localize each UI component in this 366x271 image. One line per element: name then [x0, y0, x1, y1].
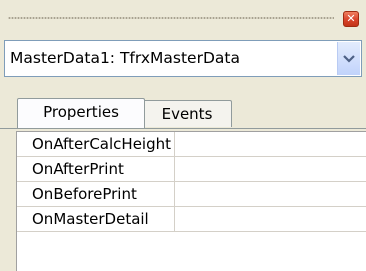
close-icon[interactable]: ✕ [343, 11, 359, 27]
event-name[interactable]: OnAfterCalcHeight [17, 132, 175, 156]
tab-events-label: Events [161, 105, 213, 123]
event-name[interactable]: OnBeforePrint [17, 182, 175, 206]
object-selector[interactable]: MasterData1: TfrxMasterData [4, 40, 362, 77]
table-row[interactable]: OnBeforePrint [17, 182, 366, 207]
object-selector-dropdown-button[interactable] [337, 42, 360, 75]
tab-properties-label: Properties [43, 103, 119, 121]
tab-properties[interactable]: Properties [17, 98, 145, 128]
table-row[interactable]: OnAfterPrint [17, 157, 366, 182]
event-value[interactable] [175, 157, 366, 181]
event-name[interactable]: OnMasterDetail [17, 207, 175, 231]
event-value[interactable] [175, 207, 366, 231]
events-grid: OnAfterCalcHeight OnAfterPrint OnBeforeP… [16, 131, 366, 271]
table-row[interactable]: OnMasterDetail [17, 207, 366, 232]
tab-events[interactable]: Events [142, 100, 232, 127]
tab-divider [0, 128, 366, 129]
title-bar: ✕ [0, 0, 366, 36]
event-value[interactable] [175, 182, 366, 206]
event-value[interactable] [175, 132, 366, 156]
tab-strip: Properties Events [0, 98, 366, 128]
event-name[interactable]: OnAfterPrint [17, 157, 175, 181]
drag-grip-icon[interactable] [8, 16, 334, 20]
chevron-down-icon [343, 54, 355, 63]
table-row[interactable]: OnAfterCalcHeight [17, 132, 366, 157]
object-selector-value: MasterData1: TfrxMasterData [10, 49, 240, 67]
